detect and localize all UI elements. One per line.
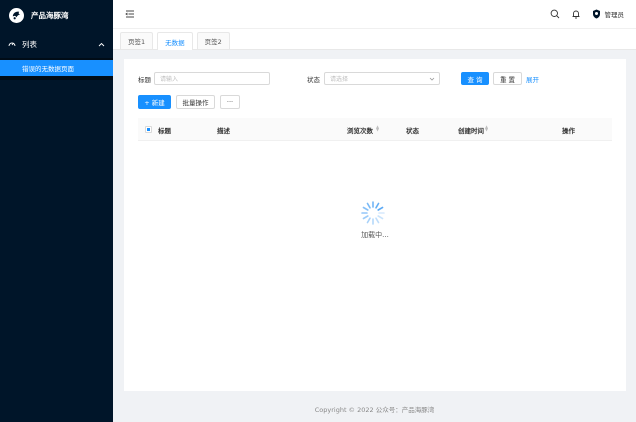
- loading-text: 加载中...: [361, 231, 389, 239]
- tab-page1[interactable]: 页签1: [120, 32, 154, 49]
- logo[interactable]: 产品海豚湾: [0, 0, 113, 30]
- dolphin-logo-icon: [9, 7, 24, 23]
- sidebar-item-no-data-page[interactable]: 错误的无数据页面: [0, 60, 113, 76]
- column-header-views[interactable]: 浏览次数: [347, 125, 373, 135]
- column-header-title: 标题: [158, 127, 171, 135]
- loading-spinner-icon: [360, 200, 386, 226]
- column-header-created-time[interactable]: 创建时间: [458, 125, 484, 135]
- table-header: 标题 描述 浏览次数 ▲ ▼ 状态 创建时间 ▲ ▼ 操作: [138, 118, 612, 141]
- checkbox-indeterminate-mark: [147, 128, 150, 131]
- page-tabs: 页签1 无数据 页签2: [113, 29, 636, 50]
- filter-form: 标题 请输入 状态 请选择 查 询 重 置 展开: [138, 72, 618, 85]
- query-button[interactable]: 查 询: [461, 72, 489, 85]
- sidebar-item-label: 错误的无数据页面: [22, 65, 74, 73]
- status-filter-label: 状态: [307, 76, 320, 84]
- submenu: 错误的无数据页面: [0, 58, 113, 80]
- dashboard-icon: [8, 40, 16, 48]
- column-header-status: 状态: [406, 127, 419, 135]
- title-filter-label: 标题: [138, 76, 151, 84]
- new-button[interactable]: + 新建: [138, 95, 171, 109]
- column-header-description: 描述: [217, 127, 230, 135]
- footer-copyright: Copyright © 2022 公众号：产品海豚湾: [314, 406, 435, 414]
- tab-label: 无数据: [165, 38, 185, 47]
- expand-link[interactable]: 展开: [526, 74, 539, 84]
- bell-icon[interactable]: [571, 9, 581, 19]
- sort-icon[interactable]: ▲ ▼: [376, 125, 379, 132]
- column-header-actions: 操作: [562, 127, 575, 135]
- table-toolbar: + 新建 批量操作 ···: [138, 95, 438, 109]
- menu-group-label: 列表: [22, 39, 37, 49]
- batch-operation-button[interactable]: 批量操作: [176, 95, 215, 109]
- top-header: 管理员: [113, 0, 636, 29]
- reset-button-label: 重 置: [499, 75, 516, 84]
- reset-button[interactable]: 重 置: [493, 72, 522, 85]
- content-card: 标题 请输入 状态 请选择 查 询 重 置 展开 + 新建 批量操作 ··· 标…: [124, 59, 626, 391]
- more-button[interactable]: ···: [220, 95, 240, 109]
- chevron-up-icon: [98, 41, 105, 48]
- select-all-checkbox[interactable]: [145, 126, 152, 133]
- search-icon[interactable]: [550, 9, 560, 19]
- user-name: 管理员: [604, 11, 625, 19]
- new-button-label: + 新建: [144, 99, 165, 107]
- menu-fold-icon[interactable]: [125, 9, 135, 19]
- query-button-label: 查 询: [467, 75, 483, 84]
- user-menu[interactable]: 管理员: [592, 9, 625, 19]
- status-select-placeholder: 请选择: [330, 76, 349, 83]
- title-input[interactable]: 请输入: [154, 72, 270, 85]
- tab-no-data[interactable]: 无数据: [157, 32, 193, 50]
- app-title: 产品海豚湾: [31, 10, 69, 20]
- status-select[interactable]: 请选择: [324, 72, 440, 85]
- title-input-placeholder: 请输入: [160, 76, 179, 83]
- sort-icon[interactable]: ▲ ▼: [485, 125, 488, 132]
- menu-group-list[interactable]: 列表: [0, 30, 113, 58]
- more-button-label: ···: [226, 98, 234, 106]
- avatar: [592, 9, 601, 19]
- tab-label: 页签1: [128, 38, 146, 46]
- batch-operation-label: 批量操作: [182, 99, 209, 107]
- header-right: 管理员: [550, 9, 625, 19]
- tab-page2[interactable]: 页签2: [196, 32, 230, 49]
- tab-label: 页签2: [204, 38, 222, 46]
- chevron-down-icon: [429, 76, 435, 82]
- sidebar: 产品海豚湾 列表 错误的无数据页面: [0, 0, 113, 422]
